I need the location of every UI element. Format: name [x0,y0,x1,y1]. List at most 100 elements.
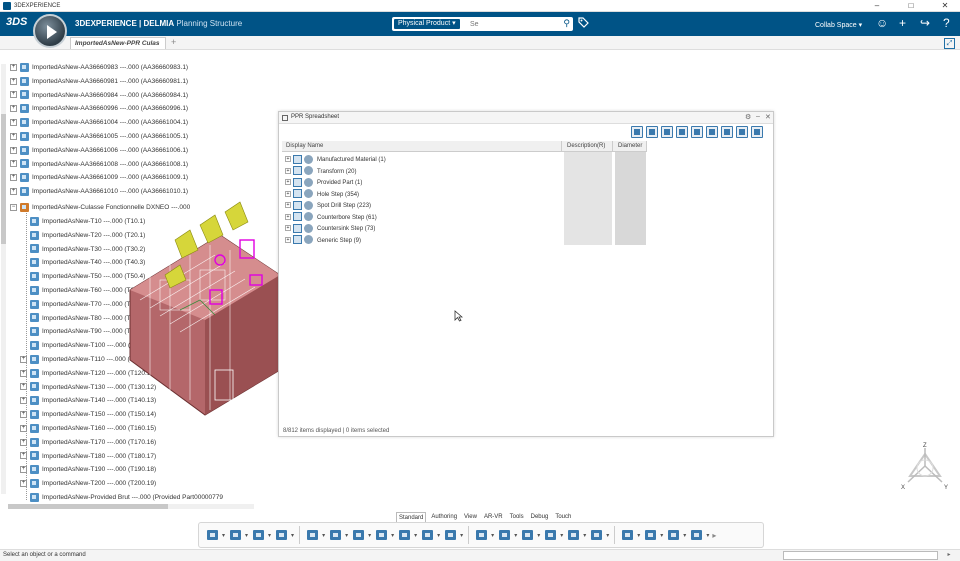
gantt-tool-button[interactable]: ▾ [620,527,640,543]
export-icon[interactable] [646,126,658,138]
tree-row[interactable]: + ImportedAsNew-AA36660981 ---.000 (AA366… [10,76,188,88]
tree-row[interactable]: + ImportedAsNew-AA36661005 ---.000 (AA366… [10,131,188,143]
chevron-down-icon[interactable]: ▾ [437,532,440,539]
expand-node-icon[interactable]: + [285,190,291,197]
column-icon[interactable] [661,126,673,138]
copy-tool-button[interactable]: ▾ [228,527,248,543]
chevron-down-icon[interactable]: ▾ [291,532,294,539]
cut-tool-button[interactable]: ▾ [205,527,225,543]
expand-node-icon[interactable]: + [285,213,291,220]
expand-node-icon[interactable]: + [10,160,17,168]
expand-node-icon[interactable]: + [20,410,27,418]
cylinder-head-3d-model[interactable] [120,180,290,420]
tab-view[interactable]: View [462,512,479,522]
collab-space-dropdown[interactable]: Collab Space ▾ [815,21,862,29]
share-icon[interactable]: ↪ [920,16,930,30]
expand-node-icon[interactable]: + [285,156,291,163]
tree-horizontal-scrollbar[interactable] [8,504,254,509]
assembly-tool-button[interactable]: ▾ [328,527,348,543]
expand-node-icon[interactable]: + [285,167,291,174]
tree-vertical-scrollbar[interactable] [1,64,6,494]
expand-node-icon[interactable]: + [20,383,27,391]
table-icon[interactable] [751,126,763,138]
search-input[interactable] [470,19,550,29]
expand-node-icon[interactable]: + [20,355,27,363]
list-tool-button[interactable]: ▾ [666,527,686,543]
tree-row[interactable]: + ImportedAsNew-AA36661006 ---.000 (AA366… [10,145,188,157]
expand-node-icon[interactable]: + [20,397,27,405]
status-scroll-arrow[interactable]: ▸ [940,551,958,560]
tab-standard[interactable]: Standard [396,512,427,522]
ppr-settings-button[interactable]: ⚙ [745,113,751,121]
expand-node-icon[interactable]: + [10,91,17,99]
expand-node-icon[interactable]: + [20,479,27,487]
tree-tool-button[interactable]: ▾ [351,527,371,543]
settings-icon[interactable] [706,126,718,138]
time-tool-button[interactable]: ▾ [520,527,540,543]
expand-node-icon[interactable]: + [10,77,17,85]
expand-node-icon[interactable]: + [285,225,291,232]
add-icon[interactable] [676,126,688,138]
chevron-down-icon[interactable]: ▾ [660,532,663,539]
expand-node-icon[interactable]: + [10,63,17,71]
tab-tools[interactable]: Tools [508,512,526,522]
tree-row[interactable]: + ImportedAsNew-AA36660983 ---.000 (AA366… [10,62,188,74]
ppr-row[interactable]: + Countersink Step (73) [282,223,562,235]
tree-row[interactable]: + ImportedAsNew-T160 ---.000 (T160.15) [20,423,156,435]
ppr-row[interactable]: + Transform (20) [282,166,562,178]
sheet-icon[interactable] [736,126,748,138]
expand-node-icon[interactable]: + [20,424,27,432]
tree-row[interactable]: + ImportedAsNew-AA36661008 ---.000 (AA366… [10,159,188,171]
chevron-down-icon[interactable]: ▾ [460,532,463,539]
3d-box-tool-button[interactable]: ▾ [305,527,325,543]
column-diameter[interactable]: Diameter [614,141,647,152]
expand-node-icon[interactable]: + [285,236,291,243]
tab-ppr-document[interactable]: ImportedAsNew-PPR Culas [70,37,166,49]
column-description[interactable]: Description(R) [563,141,613,152]
chevron-down-icon[interactable]: ▾ [322,532,325,539]
search-icon[interactable]: ⚲ [563,18,570,29]
tab-debug[interactable]: Debug [529,512,551,522]
tree-row[interactable]: + ImportedAsNew-AA36660996 ---.000 (AA366… [10,103,188,115]
minimize-button[interactable]: – [862,0,892,12]
table-tool-button[interactable]: ▾ [589,527,609,543]
expand-node-icon[interactable]: + [10,118,17,126]
chevron-down-icon[interactable]: ▾ [637,532,640,539]
tab-touch[interactable]: Touch [553,512,573,522]
search-scope-dropdown[interactable]: Physical Product ▾ [394,19,460,29]
chevron-down-icon[interactable]: ▾ [268,532,271,539]
command-input[interactable] [783,551,938,560]
expand-node-icon[interactable]: + [285,202,291,209]
more-tools-button[interactable]: ▸ [712,531,716,540]
link-tool-button[interactable]: ▾ [420,527,440,543]
ppr-row[interactable]: + Hole Step (354) [282,189,562,201]
expand-node-icon[interactable]: + [10,146,17,154]
refresh-icon[interactable] [691,126,703,138]
tree-row[interactable]: + ImportedAsNew-T200 ---.000 (T200.19) [20,478,156,490]
rotate-tool-button[interactable]: ▾ [474,527,494,543]
maximize-button[interactable]: □ [896,0,926,12]
gear-tool-button[interactable]: ▾ [643,527,663,543]
chevron-down-icon[interactable]: ▾ [345,532,348,539]
frame-tool-button[interactable]: ▾ [397,527,417,543]
tree-row[interactable]: + ImportedAsNew-T170 ---.000 (T170.16) [20,437,156,449]
tree-row[interactable]: ImportedAsNew-Provided Brut ---.000 (Pro… [20,492,223,504]
ppr-row[interactable]: + Generic Step (9) [282,235,562,247]
tree-row[interactable]: + ImportedAsNew-AA36661004 ---.000 (AA366… [10,117,188,129]
ppr-row[interactable]: + Spot Drill Step (223) [282,200,562,212]
tree-row[interactable]: + ImportedAsNew-T190 ---.000 (T190.18) [20,464,156,476]
paste-tool-button[interactable]: ▾ [251,527,271,543]
compass-triad-icon[interactable]: Z X Y [896,440,954,496]
chevron-down-icon[interactable]: ▾ [560,532,563,539]
chevron-down-icon[interactable]: ▾ [222,532,225,539]
close-tool-button[interactable]: ▾ [689,527,709,543]
expand-node-icon[interactable]: + [20,369,27,377]
swap-tool-button[interactable]: ▾ [497,527,517,543]
expand-node-icon[interactable]: + [20,466,27,474]
layout-tool-button[interactable]: ▾ [543,527,563,543]
chevron-down-icon[interactable]: ▾ [491,532,494,539]
tree-row[interactable]: + ImportedAsNew-AA36660984 ---.000 (AA366… [10,90,188,102]
undo-tool-button[interactable]: ▾ [274,527,294,543]
ppr-titlebar[interactable]: PPR Spreadsheet ⚙ – ✕ [279,112,773,124]
help-icon[interactable]: ? [943,16,950,30]
